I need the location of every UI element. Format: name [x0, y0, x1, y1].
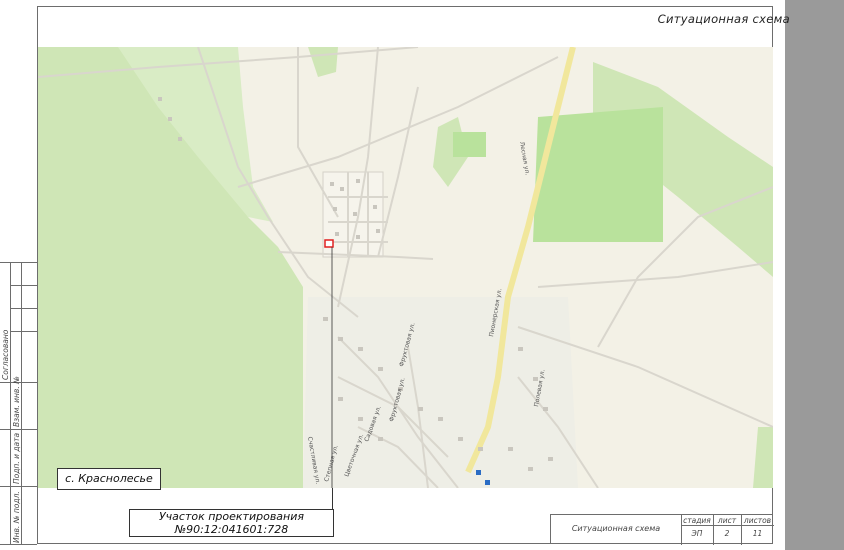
- plot-leader-line-lower: [332, 488, 333, 509]
- original-inventory-label: Инв. № подл.: [12, 491, 21, 543]
- sheet-label: лист: [717, 516, 737, 525]
- project-plot-marker: [324, 239, 334, 248]
- plot-cadastral-number: №90:12:041601:728: [174, 522, 289, 536]
- title-block-name: Ситуационная схема: [571, 524, 661, 533]
- small-field: [453, 132, 486, 157]
- signature-date-label: Подп. и дата: [12, 432, 21, 484]
- bus-stop-icon: [485, 480, 490, 485]
- sheets-label: листов: [743, 516, 772, 525]
- plot-label-title: Участок проектирования: [158, 510, 305, 523]
- replaced-inventory-label: Взам. инв. №: [12, 376, 21, 427]
- title-block: Ситуационная схема стадия лист листов ЭП…: [550, 514, 774, 545]
- place-name-label: с. Краснолесье: [57, 468, 161, 490]
- plot-label: Участок проектирования №90:12:041601:728: [129, 509, 334, 537]
- situation-map: Пионерская ул. Фруктовая ул. Фруктовая у…: [38, 47, 773, 488]
- viewer-background: [785, 0, 844, 550]
- bus-stop-icon: [476, 470, 481, 475]
- side-stamp: Согласовано Взам. инв. № Подп. и дата Ин…: [0, 262, 37, 545]
- sheet-title: Ситуационная схема: [657, 12, 790, 26]
- agreed-label: Согласовано: [1, 329, 10, 380]
- stage-label: стадия: [683, 516, 711, 525]
- drawing-sheet: Ситуационная схема Пионерская ул. Фрукто…: [0, 0, 844, 550]
- sheet-value: 2: [724, 529, 730, 538]
- stage-value: ЭП: [691, 529, 703, 538]
- sheets-value: 11: [752, 529, 763, 538]
